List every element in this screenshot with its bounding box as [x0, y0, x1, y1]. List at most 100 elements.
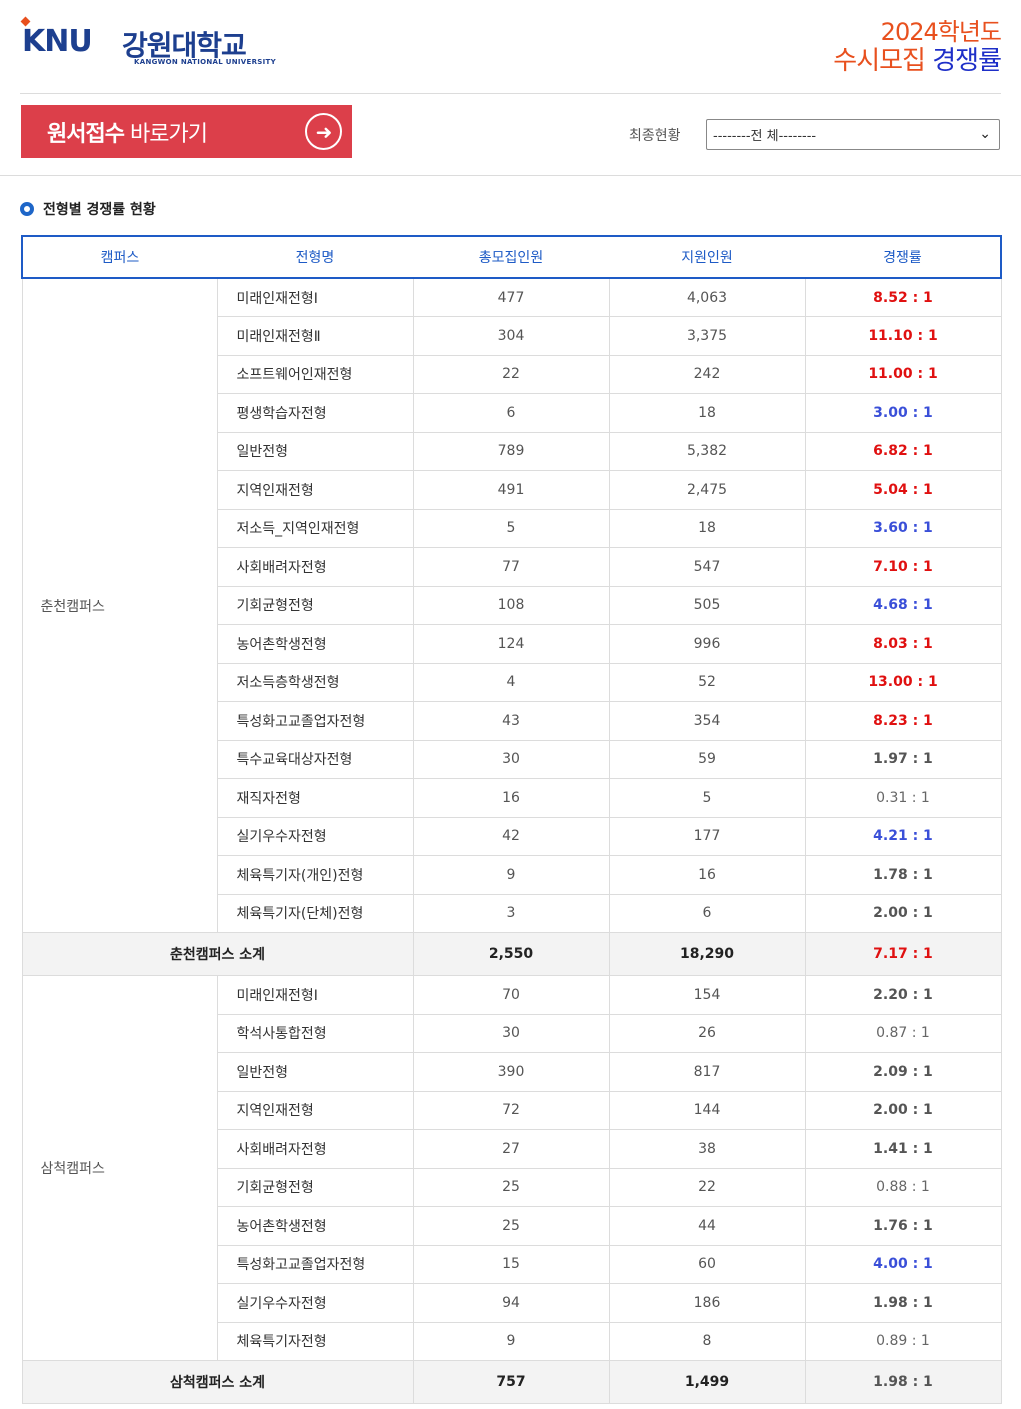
track-name-cell: 기회균형전형 — [216, 586, 413, 625]
applicants-cell: 5,382 — [608, 432, 805, 471]
applicants-cell: 8 — [608, 1322, 805, 1361]
track-name-cell: 사회배려자전형 — [216, 547, 413, 587]
logo-knu-text: KNU — [22, 24, 93, 59]
track-name-cell: 저소득_지역인재전형 — [216, 509, 413, 548]
subtotal-ratio-cell: 7.17 : 1 — [804, 932, 1002, 976]
ratio-cell: 2.09 : 1 — [804, 1052, 1002, 1092]
status-label: 최종현황 — [629, 128, 681, 144]
ratio-cell: 0.87 : 1 — [804, 1014, 1002, 1053]
quota-cell: 72 — [412, 1091, 609, 1130]
header-ratio: 경쟁률 — [805, 235, 1002, 279]
header-divider — [20, 93, 1001, 94]
applicants-cell: 505 — [608, 586, 805, 625]
quota-cell: 16 — [412, 778, 609, 818]
ratio-cell: 1.78 : 1 — [804, 855, 1002, 895]
applicants-cell: 177 — [608, 817, 805, 856]
track-name-cell: 농어촌학생전형 — [216, 624, 413, 664]
ratio-cell: 13.00 : 1 — [804, 663, 1002, 702]
quota-cell: 390 — [412, 1052, 609, 1092]
track-name-cell: 학석사통합전형 — [216, 1014, 413, 1053]
title-part2: 경쟁률 — [932, 46, 1002, 76]
track-name-cell: 체육특기자(단체)전형 — [216, 894, 413, 933]
applicants-cell: 996 — [608, 624, 805, 664]
toolbar-divider — [0, 175, 1021, 176]
applicants-cell: 44 — [608, 1206, 805, 1246]
header-applicants: 지원인원 — [609, 235, 805, 279]
ratio-cell: 2.00 : 1 — [804, 1091, 1002, 1130]
title-main: 수시모집 경쟁률 — [833, 46, 1002, 76]
arrow-right-icon: ➜ — [305, 113, 342, 150]
ratio-cell: 3.00 : 1 — [804, 393, 1002, 433]
ratio-cell: 2.00 : 1 — [804, 894, 1002, 933]
ratio-cell: 11.10 : 1 — [804, 316, 1002, 356]
table-row: 춘천캠퍼스 미래인재전형Ⅰ 477 4,063 8.52 : 1 — [21, 278, 1002, 933]
ratio-cell: 4.00 : 1 — [804, 1245, 1002, 1284]
track-name-cell: 지역인재전형 — [216, 470, 413, 510]
track-name-cell: 실기우수자전형 — [216, 1283, 413, 1323]
track-name-cell: 재직자전형 — [216, 778, 413, 818]
applicants-cell: 144 — [608, 1091, 805, 1130]
status-select-value: --------전 체-------- — [713, 129, 817, 144]
applicants-cell: 547 — [608, 547, 805, 587]
title-year: 2024학년도 — [880, 18, 1002, 46]
quota-cell: 6 — [412, 393, 609, 433]
quota-cell: 108 — [412, 586, 609, 625]
applicants-cell: 242 — [608, 355, 805, 394]
quota-cell: 30 — [412, 740, 609, 779]
track-name-cell: 실기우수자전형 — [216, 817, 413, 856]
track-name-cell: 사회배려자전형 — [216, 1129, 413, 1169]
ratio-cell: 5.04 : 1 — [804, 470, 1002, 510]
applicants-cell: 18 — [608, 393, 805, 433]
chevron-down-icon: ⌄ — [979, 126, 991, 142]
ratio-cell: 1.41 : 1 — [804, 1129, 1002, 1169]
subtotal-quota-cell: 2,550 — [412, 932, 609, 976]
knu-logo[interactable]: KNU 강원대학교 KANGWON NATIONAL UNIVERSITY — [20, 16, 282, 72]
quota-cell: 22 — [412, 355, 609, 394]
ratio-cell: 1.98 : 1 — [804, 1283, 1002, 1323]
track-name-cell: 특성화고교졸업자전형 — [216, 1245, 413, 1284]
applicants-cell: 26 — [608, 1014, 805, 1053]
ratio-cell: 4.68 : 1 — [804, 586, 1002, 625]
applicants-cell: 6 — [608, 894, 805, 933]
logo-english-text: KANGWON NATIONAL UNIVERSITY — [134, 58, 276, 66]
applicants-cell: 186 — [608, 1283, 805, 1323]
track-name-cell: 일반전형 — [216, 1052, 413, 1092]
quota-cell: 15 — [412, 1245, 609, 1284]
applicants-cell: 4,063 — [608, 278, 805, 317]
table-header-row: 캠퍼스 전형명 총모집인원 지원인원 경쟁률 — [21, 235, 1002, 279]
subtotal-label-cell: 삼척캠퍼스 소계 — [21, 1360, 413, 1404]
subtotal-quota-cell: 757 — [412, 1360, 609, 1404]
ratio-cell: 7.10 : 1 — [804, 547, 1002, 587]
section-title-text: 전형별 경쟁률 현황 — [43, 202, 156, 218]
applicants-cell: 2,475 — [608, 470, 805, 510]
section-title: 전형별 경쟁률 현황 — [20, 199, 156, 219]
applicants-cell: 18 — [608, 509, 805, 548]
track-name-cell: 미래인재전형Ⅰ — [216, 278, 413, 317]
applicants-cell: 154 — [608, 975, 805, 1015]
ratio-cell: 0.88 : 1 — [804, 1168, 1002, 1207]
quota-cell: 4 — [412, 663, 609, 702]
ratio-cell: 0.89 : 1 — [804, 1322, 1002, 1361]
quota-cell: 94 — [412, 1283, 609, 1323]
quota-cell: 27 — [412, 1129, 609, 1169]
ratio-cell: 8.23 : 1 — [804, 701, 1002, 741]
track-name-cell: 체육특기자전형 — [216, 1322, 413, 1361]
applicants-cell: 22 — [608, 1168, 805, 1207]
track-name-cell: 농어촌학생전형 — [216, 1206, 413, 1246]
ratio-cell: 3.60 : 1 — [804, 509, 1002, 548]
apply-label-rest: 바로가기 — [129, 121, 208, 147]
subtotal-ratio-cell: 1.98 : 1 — [804, 1360, 1002, 1404]
status-select[interactable]: --------전 체-------- ⌄ — [706, 119, 1000, 150]
header-quota: 총모집인원 — [413, 235, 609, 279]
track-name-cell: 기회균형전형 — [216, 1168, 413, 1207]
quota-cell: 70 — [412, 975, 609, 1015]
ratio-cell: 4.21 : 1 — [804, 817, 1002, 856]
track-name-cell: 지역인재전형 — [216, 1091, 413, 1130]
quota-cell: 42 — [412, 817, 609, 856]
subtotal-applicants-cell: 18,290 — [608, 932, 805, 976]
header-campus: 캠퍼스 — [21, 235, 217, 279]
track-name-cell: 일반전형 — [216, 432, 413, 471]
apply-shortcut-button[interactable]: 원서접수 바로가기 ➜ — [21, 105, 352, 158]
applicants-cell: 52 — [608, 663, 805, 702]
track-name-cell: 미래인재전형Ⅰ — [216, 975, 413, 1015]
